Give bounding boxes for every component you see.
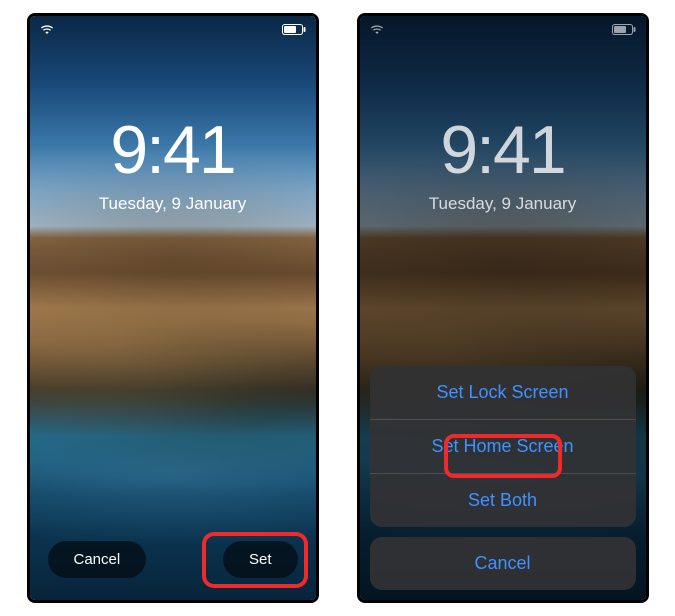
wifi-icon <box>40 24 54 35</box>
action-sheet-cancel-button[interactable]: Cancel <box>370 537 636 590</box>
set-both-button[interactable]: Set Both <box>370 473 636 527</box>
status-bar <box>40 22 306 36</box>
set-wallpaper-action-sheet-screen: 9:41 Tuesday, 9 January Set Lock Screen … <box>357 13 649 603</box>
clock-date: Tuesday, 9 January <box>360 194 646 214</box>
wallpaper-preview-screen: 9:41 Tuesday, 9 January Cancel Set <box>27 13 319 603</box>
set-lock-screen-button[interactable]: Set Lock Screen <box>370 366 636 419</box>
clock-date: Tuesday, 9 January <box>30 194 316 214</box>
battery-icon <box>282 24 306 35</box>
battery-icon <box>612 24 636 35</box>
cancel-button[interactable]: Cancel <box>48 541 147 578</box>
set-home-screen-button[interactable]: Set Home Screen <box>370 419 636 473</box>
lock-screen-clock: 9:41 Tuesday, 9 January <box>30 116 316 214</box>
wallpaper-image <box>30 16 316 600</box>
action-sheet-group: Set Lock Screen Set Home Screen Set Both <box>370 366 636 527</box>
status-bar <box>370 22 636 36</box>
preview-bottom-bar: Cancel Set <box>48 541 298 578</box>
action-sheet: Set Lock Screen Set Home Screen Set Both… <box>370 366 636 590</box>
wifi-icon <box>370 24 384 35</box>
clock-time: 9:41 <box>30 116 316 184</box>
clock-time: 9:41 <box>360 116 646 184</box>
set-button[interactable]: Set <box>223 541 298 578</box>
lock-screen-clock: 9:41 Tuesday, 9 January <box>360 116 646 214</box>
